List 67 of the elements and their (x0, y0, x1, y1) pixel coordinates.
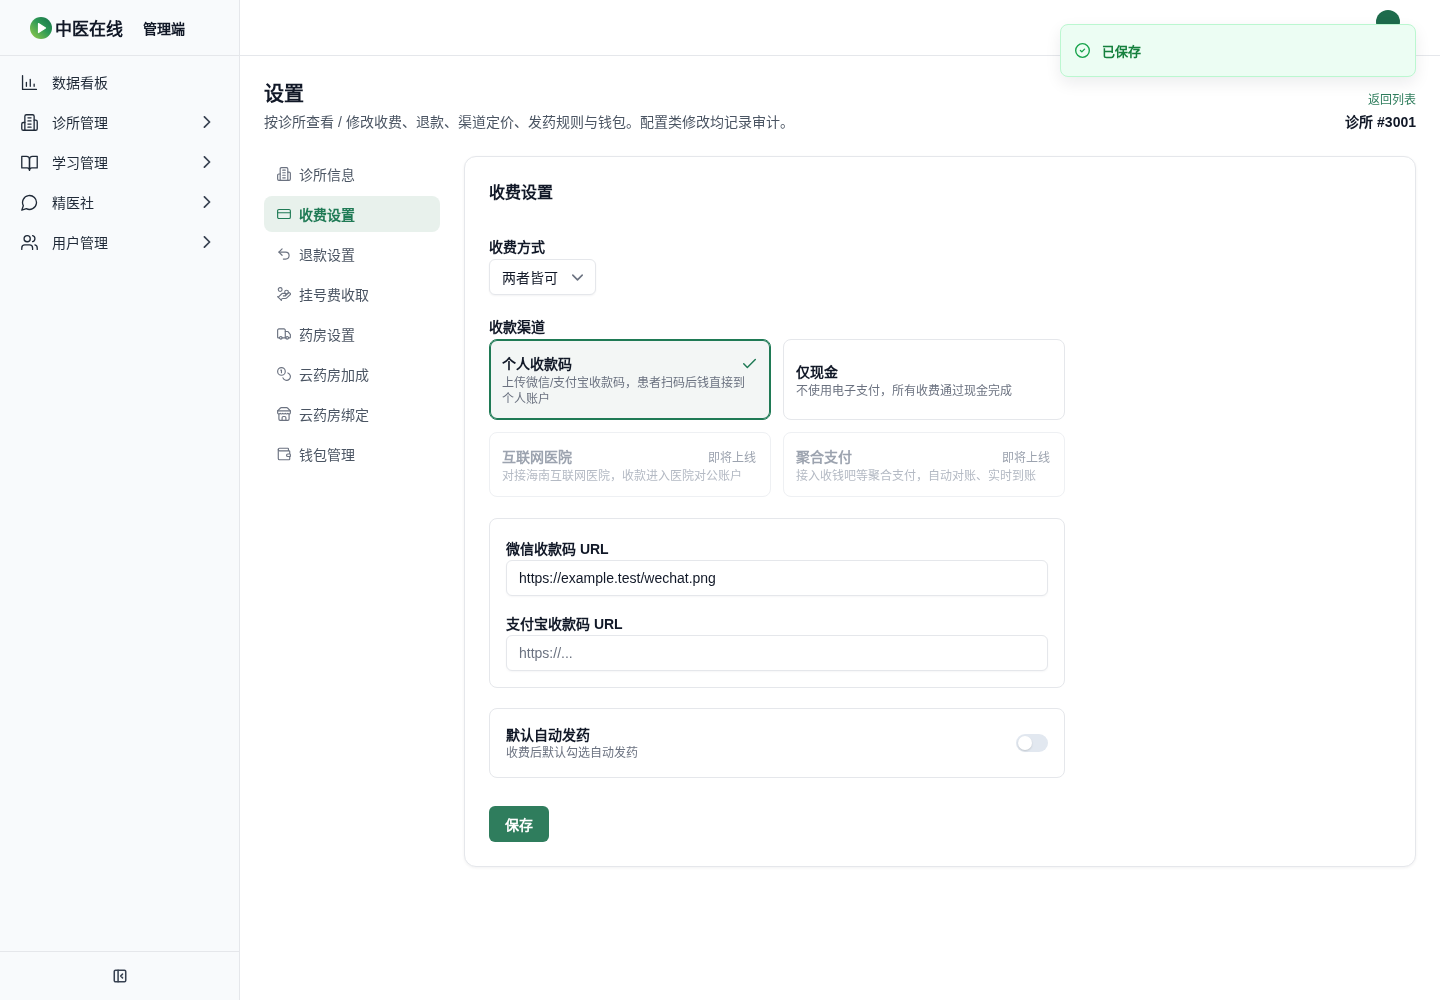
settings-tab[interactable]: 云药房绑定 (264, 396, 440, 432)
hand-coins-icon (277, 287, 291, 301)
building-icon (21, 113, 38, 131)
option-description: 对接海南互联网医院，收款进入医院对公账户 (502, 468, 742, 484)
coins-icon (277, 367, 291, 381)
option-description: 不使用电子支付，所有收费通过现金完成 (796, 383, 1012, 399)
portal-label: 管理端 (143, 19, 185, 38)
page-title: 设置 (264, 82, 304, 107)
url-input[interactable]: https://example.test/wechat.png (506, 560, 1048, 596)
option-description: 上传微信/支付宝收款码，患者扫码后钱直接到个人账户 (502, 375, 747, 407)
check-icon (743, 356, 756, 370)
logo-icon (30, 16, 52, 39)
status-label: 即将上线 (1002, 449, 1050, 465)
save-button[interactable]: 保存 (489, 806, 549, 842)
sidebar-item[interactable]: 学习管理 (0, 142, 239, 182)
settings-tab[interactable]: 收费设置 (264, 196, 440, 232)
collapse-sidebar-button[interactable] (112, 969, 127, 983)
settings-tab[interactable]: 钱包管理 (264, 436, 440, 472)
sidebar-item[interactable]: 数据看板 (0, 62, 239, 102)
field-label: 收费方式 (489, 238, 545, 257)
chevron-right-icon (201, 196, 213, 208)
channel-option[interactable]: 个人收款码 上传微信/支付宝收款码，患者扫码后钱直接到个人账户 (489, 339, 771, 420)
bar-chart-icon (21, 73, 38, 91)
book-icon (21, 153, 38, 171)
option-title: 互联网医院 (502, 448, 572, 466)
sidebar-item[interactable]: 精医社 (0, 182, 239, 222)
credit-card-icon (277, 207, 291, 221)
option-title: 聚合支付 (796, 448, 852, 466)
chevron-right-icon (201, 156, 213, 168)
option-description: 接入收钱吧等聚合支付，自动对账、实时到账 (796, 468, 1036, 484)
page-description: 按诊所查看 / 修改收费、退款、渠道定价、发药规则与钱包。配置类修改均记录审计。 (264, 113, 794, 132)
chat-bubble-icon (21, 193, 38, 211)
settings-tab[interactable]: 退款设置 (264, 236, 440, 272)
panel-collapse-icon (112, 969, 127, 983)
field-label: 微信收款码 URL (506, 540, 609, 559)
setting-description: 收费后默认勾选自动发药 (506, 745, 638, 761)
wallet-icon (277, 447, 291, 461)
brand-name: 中医在线 (55, 19, 123, 40)
status-label: 即将上线 (708, 449, 756, 465)
chevron-right-icon (201, 116, 213, 128)
building-icon (277, 167, 291, 181)
channel-option[interactable]: 仅现金 不使用电子支付，所有收费通过现金完成 (783, 339, 1065, 420)
url-input[interactable]: https://... (506, 635, 1048, 671)
settings-tab[interactable]: 诊所信息 (264, 156, 440, 192)
users-icon (21, 233, 38, 251)
sidebar-item[interactable]: 诊所管理 (0, 102, 239, 142)
store-icon (277, 407, 291, 421)
settings-tab[interactable]: 药房设置 (264, 316, 440, 352)
settings-tab[interactable]: 挂号费收取 (264, 276, 440, 312)
caret-icon (572, 271, 583, 283)
field-label: 收款渠道 (489, 318, 545, 337)
clinic-id: 诊所 #3001 (1345, 113, 1416, 132)
back-to-list-link[interactable]: 返回列表 (1368, 91, 1416, 109)
option-title: 仅现金 (796, 363, 838, 381)
section-title: 收费设置 (489, 182, 553, 203)
settings-tab[interactable]: 云药房加成 (264, 356, 440, 392)
setting-title: 默认自动发药 (506, 726, 590, 745)
undo-arrow-icon (277, 247, 291, 261)
payment-method-dropdown[interactable]: 两者皆可 (489, 259, 596, 295)
toggle-switch[interactable] (1016, 734, 1048, 752)
sidebar-item[interactable]: 用户管理 (0, 222, 239, 262)
field-label: 支付宝收款码 URL (506, 615, 623, 634)
toast-message: 已保存 (1102, 43, 1141, 60)
circle-check-icon (1075, 43, 1090, 58)
truck-icon (277, 327, 291, 341)
chevron-right-icon (201, 236, 213, 248)
option-title: 个人收款码 (502, 355, 572, 373)
